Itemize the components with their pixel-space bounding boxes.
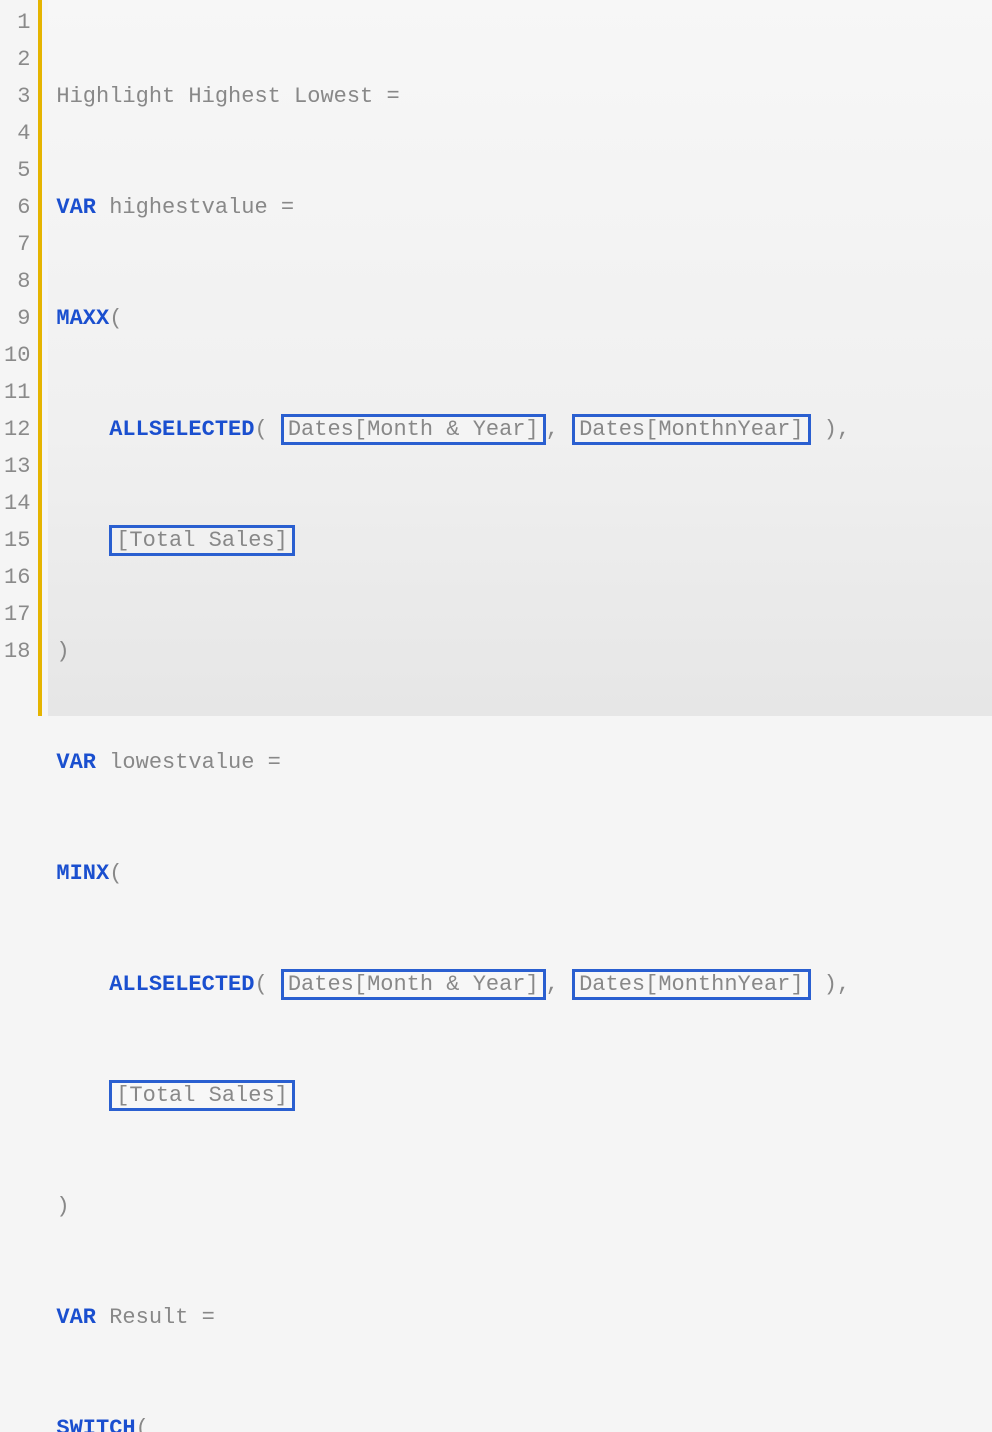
code-line-9[interactable]: ALLSELECTED( Dates[Month & Year], Dates[… bbox=[56, 966, 992, 1003]
open-paren: ( bbox=[109, 306, 122, 331]
code-line-5[interactable]: [Total Sales] bbox=[56, 522, 992, 559]
line-number: 9 bbox=[4, 300, 30, 337]
line-number: 12 bbox=[4, 411, 30, 448]
var-name: lowestvalue = bbox=[96, 750, 281, 775]
code-line-10[interactable]: [Total Sales] bbox=[56, 1077, 992, 1114]
column-ref-month-year[interactable]: Dates[Month & Year] bbox=[281, 414, 546, 445]
column-ref-month-year[interactable]: Dates[Month & Year] bbox=[281, 969, 546, 1000]
measure-ref-total-sales[interactable]: [Total Sales] bbox=[109, 1080, 295, 1111]
line-number: 13 bbox=[4, 448, 30, 485]
maxx-fn: MAXX bbox=[56, 306, 109, 331]
code-line-1[interactable]: Highlight Highest Lowest = bbox=[56, 78, 992, 115]
var-keyword: VAR bbox=[56, 195, 96, 220]
var-keyword: VAR bbox=[56, 750, 96, 775]
line-number: 15 bbox=[4, 522, 30, 559]
code-line-12[interactable]: VAR Result = bbox=[56, 1299, 992, 1336]
allselected-fn: ALLSELECTED bbox=[109, 417, 254, 442]
line-number: 1 bbox=[4, 4, 30, 41]
var-keyword: VAR bbox=[56, 1305, 96, 1330]
minx-fn: MINX bbox=[56, 861, 109, 886]
line-number: 11 bbox=[4, 374, 30, 411]
code-line-11[interactable]: ) bbox=[56, 1188, 992, 1225]
code-line-13[interactable]: SWITCH( bbox=[56, 1410, 992, 1432]
line-number: 16 bbox=[4, 559, 30, 596]
close-paren: ) bbox=[56, 639, 69, 664]
line-number: 2 bbox=[4, 41, 30, 78]
line-number: 18 bbox=[4, 633, 30, 670]
code-line-8[interactable]: MINX( bbox=[56, 855, 992, 892]
line-number-gutter: 123456789101112131415161718 bbox=[0, 0, 38, 716]
line-number: 4 bbox=[4, 115, 30, 152]
line-number: 7 bbox=[4, 226, 30, 263]
var-name: Result = bbox=[96, 1305, 215, 1330]
line-number: 6 bbox=[4, 189, 30, 226]
measure-ref-total-sales[interactable]: [Total Sales] bbox=[109, 525, 295, 556]
column-ref-monthnyear[interactable]: Dates[MonthnYear] bbox=[572, 969, 810, 1000]
line-number: 17 bbox=[4, 596, 30, 633]
column-ref-monthnyear[interactable]: Dates[MonthnYear] bbox=[572, 414, 810, 445]
code-line-3[interactable]: MAXX( bbox=[56, 300, 992, 337]
switch-fn: SWITCH bbox=[56, 1416, 135, 1432]
line-number: 14 bbox=[4, 485, 30, 522]
code-line-7[interactable]: VAR lowestvalue = bbox=[56, 744, 992, 781]
allselected-fn: ALLSELECTED bbox=[109, 972, 254, 997]
code-editor[interactable]: Highlight Highest Lowest = VAR highestva… bbox=[48, 0, 992, 716]
measure-name: Highlight Highest Lowest = bbox=[56, 84, 399, 109]
line-number: 8 bbox=[4, 263, 30, 300]
gutter-accent-bar bbox=[38, 0, 42, 716]
line-number: 5 bbox=[4, 152, 30, 189]
line-number: 10 bbox=[4, 337, 30, 374]
code-line-2[interactable]: VAR highestvalue = bbox=[56, 189, 992, 226]
line-number: 3 bbox=[4, 78, 30, 115]
code-line-4[interactable]: ALLSELECTED( Dates[Month & Year], Dates[… bbox=[56, 411, 992, 448]
code-line-6[interactable]: ) bbox=[56, 633, 992, 670]
var-name: highestvalue = bbox=[96, 195, 294, 220]
